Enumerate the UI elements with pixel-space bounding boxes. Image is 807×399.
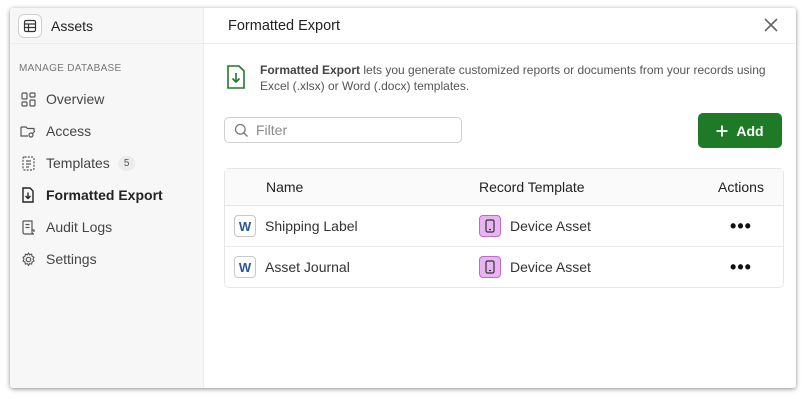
sidebar-item-label: Audit Logs — [46, 219, 113, 235]
more-actions-icon[interactable]: ••• — [730, 258, 752, 276]
sidebar-item-label: Overview — [46, 91, 105, 107]
sidebar-item-label: Formatted Export — [46, 187, 163, 203]
word-file-icon: W — [234, 215, 256, 237]
row-template: Device Asset — [510, 218, 591, 234]
row-name[interactable]: Asset Journal — [265, 259, 350, 275]
table-header: Name Record Template Actions — [225, 169, 783, 206]
sidebar-item-overview[interactable]: Overview — [10, 83, 203, 115]
filter-input[interactable] — [256, 122, 456, 138]
table-row[interactable]: W Asset Journal Device Asset ••• — [225, 247, 783, 287]
main-panel: Formatted Export Formatted Export lets y… — [204, 8, 796, 388]
section-label: MANAGE DATABASE — [19, 63, 122, 74]
column-name[interactable]: Name — [225, 179, 479, 195]
audit-log-icon — [20, 219, 36, 235]
file-download-green-icon — [226, 65, 246, 89]
plus-icon — [716, 125, 728, 136]
more-actions-icon[interactable]: ••• — [730, 217, 752, 235]
column-record-template[interactable]: Record Template — [479, 179, 699, 195]
sidebar-item-access[interactable]: Access — [10, 115, 203, 147]
sidebar-item-audit-logs[interactable]: Audit Logs — [10, 211, 203, 243]
database-title: Assets — [51, 17, 94, 34]
row-name[interactable]: Shipping Label — [265, 218, 358, 234]
templates-count-badge: 5 — [117, 155, 136, 171]
templates-icon — [20, 155, 36, 171]
main-header: Formatted Export — [204, 8, 796, 44]
device-icon — [479, 215, 501, 237]
sidebar-item-label: Settings — [46, 251, 97, 267]
close-icon — [764, 18, 778, 32]
info-text: Formatted Export lets you generate custo… — [260, 62, 786, 94]
sidebar-item-label: Access — [46, 123, 92, 139]
info-bold: Formatted Export — [260, 63, 361, 77]
sidebar-item-settings[interactable]: Settings — [10, 243, 203, 275]
column-actions: Actions — [718, 179, 764, 195]
search-icon — [234, 123, 248, 137]
sidebar-item-label: Templates — [46, 155, 110, 171]
page-title: Formatted Export — [228, 17, 341, 34]
gear-icon — [20, 251, 36, 267]
sidebar: Assets MANAGE DATABASE Overview Access T… — [10, 8, 204, 388]
sidebar-item-templates[interactable]: Templates 5 — [10, 147, 203, 179]
grid-icon — [20, 91, 36, 107]
table-icon — [18, 13, 42, 38]
device-icon — [479, 256, 501, 278]
filter-field[interactable] — [224, 117, 462, 143]
add-button[interactable]: Add — [698, 113, 782, 148]
export-dialog: Assets MANAGE DATABASE Overview Access T… — [10, 8, 796, 388]
close-button[interactable] — [761, 15, 781, 35]
sidebar-header: Assets — [10, 8, 203, 44]
info-banner: Formatted Export lets you generate custo… — [226, 62, 786, 94]
export-table: Name Record Template Actions W Shipping … — [224, 168, 784, 288]
table-row[interactable]: W Shipping Label Device Asset ••• — [225, 206, 783, 247]
file-download-icon — [20, 187, 36, 203]
add-label: Add — [736, 122, 764, 139]
sidebar-nav: Overview Access Templates 5 Formatted Ex… — [10, 83, 203, 275]
word-file-icon: W — [234, 256, 256, 278]
folder-key-icon — [20, 123, 36, 139]
row-template: Device Asset — [510, 259, 591, 275]
sidebar-item-formatted-export[interactable]: Formatted Export — [10, 179, 203, 211]
